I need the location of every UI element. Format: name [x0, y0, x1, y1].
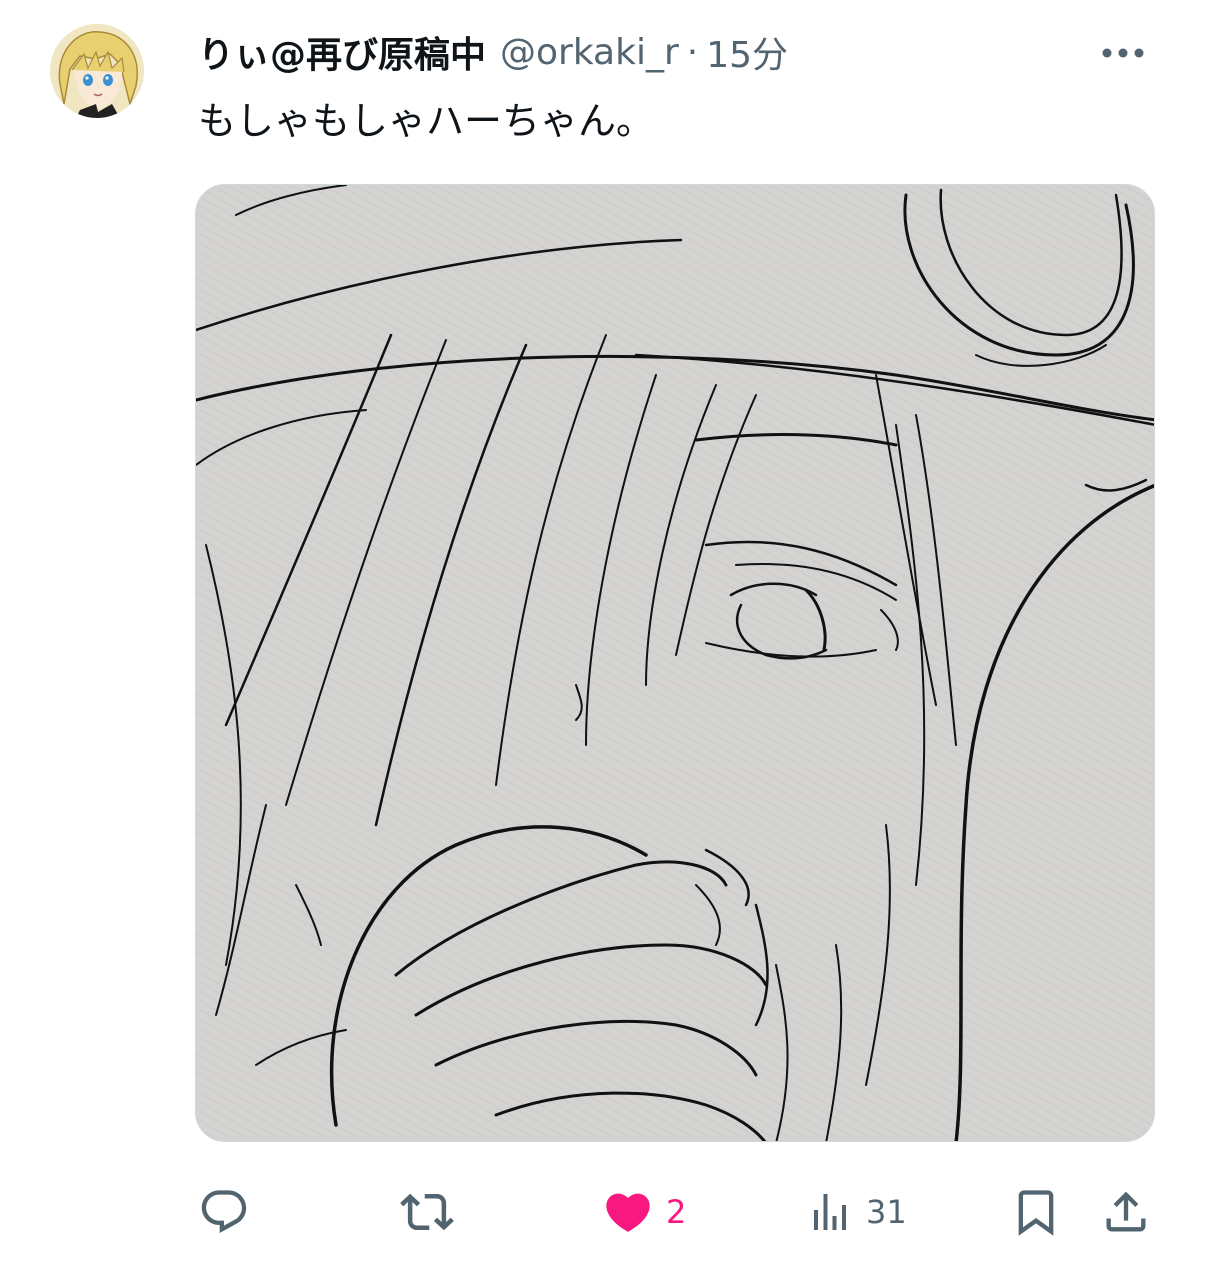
views-icon: [814, 1194, 846, 1230]
tweet-media[interactable]: [195, 184, 1155, 1142]
retweet-icon: [400, 1193, 454, 1231]
display-name[interactable]: りぃ@再び原稿中: [198, 26, 486, 78]
views-count: 31: [866, 1193, 907, 1231]
reply-icon: [201, 1190, 247, 1234]
avatar-image: [50, 24, 144, 118]
retweet-button[interactable]: [400, 1180, 454, 1244]
action-bar: 2 31: [0, 1180, 1206, 1244]
tweet-text: もしゃもしゃハーちゃん。: [198, 99, 655, 143]
more-icon: [1102, 48, 1144, 58]
separator-dot: ·: [686, 31, 699, 73]
views-button[interactable]: 31: [806, 1180, 907, 1244]
tweet-header: りぃ@再び原稿中 @orkaki_r · 15分: [198, 26, 788, 78]
share-button[interactable]: [1100, 1180, 1152, 1244]
user-handle[interactable]: @orkaki_r: [500, 32, 679, 73]
tweet[interactable]: りぃ@再び原稿中 @orkaki_r · 15分 もしゃもしゃハーちゃん。 2 …: [0, 0, 1206, 1264]
sketch-image: [196, 185, 1154, 1141]
like-count: 2: [666, 1193, 687, 1231]
reply-button[interactable]: [198, 1180, 250, 1244]
timestamp[interactable]: 15分: [706, 26, 788, 78]
more-options-button[interactable]: [1098, 38, 1148, 68]
like-button[interactable]: 2: [602, 1180, 686, 1244]
avatar[interactable]: [50, 24, 144, 118]
heart-icon: [606, 1193, 650, 1232]
bookmark-icon: [1018, 1190, 1054, 1236]
bookmark-button[interactable]: [1010, 1180, 1062, 1244]
share-icon: [1106, 1191, 1146, 1232]
